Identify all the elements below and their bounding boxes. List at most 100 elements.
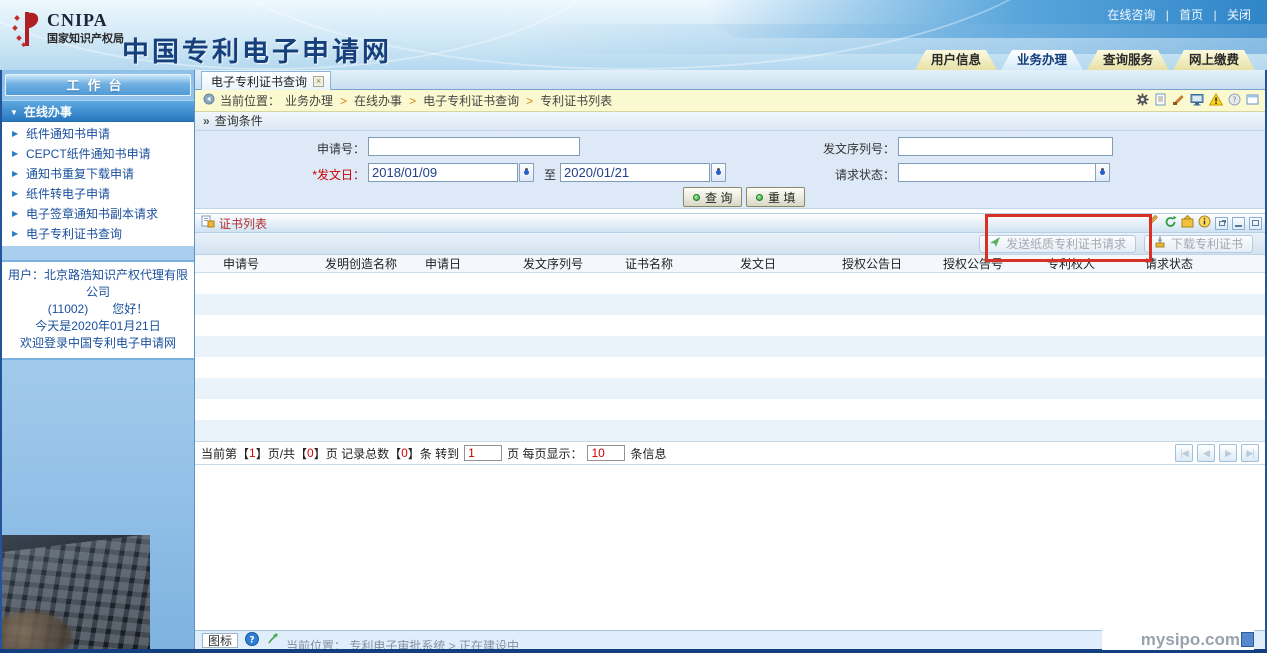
date-range-to-label: 至 [544, 166, 556, 183]
edit-tool-icon[interactable] [1147, 215, 1160, 231]
pager-text: 页 每页显示： [507, 445, 582, 462]
date-picker-icon[interactable] [519, 163, 534, 182]
sidebar-item-notice-redownload[interactable]: ▶通知书重复下载申请 [2, 164, 194, 184]
page-size-input[interactable] [587, 445, 625, 461]
cnipa-logo-icon [12, 10, 42, 53]
query-conditions-title: 查询条件 [215, 114, 263, 128]
content-tab-label: 电子专利证书查询 [211, 73, 307, 90]
breadcrumb-item[interactable]: 在线办事 [354, 92, 402, 109]
issue-serial-input[interactable] [898, 137, 1113, 156]
column-issue-date: 发文日 [740, 255, 842, 272]
restore-window-icon[interactable] [1215, 217, 1228, 230]
tab-online-payment[interactable]: 网上缴费 [1173, 50, 1255, 70]
online-consult-link[interactable]: 在线咨询 [1107, 8, 1155, 22]
user-greeting-line: (11002) 您好！ [4, 301, 192, 318]
close-icon[interactable]: × [313, 76, 324, 87]
tab-query-service[interactable]: 查询服务 [1087, 50, 1169, 70]
help-circle-icon[interactable]: ? [245, 632, 259, 649]
breadcrumb-separator: > [526, 94, 533, 108]
total-pages-number: 0 [307, 446, 314, 460]
top-links: 在线咨询 | 首页 | 关闭 [1107, 6, 1251, 23]
maximize-icon[interactable] [1249, 217, 1262, 230]
close-link[interactable]: 关闭 [1227, 8, 1251, 22]
sidebar-item-paper-notice[interactable]: ▶纸件通知书申请 [2, 124, 194, 144]
column-grant-publication-date: 授权公告日 [842, 255, 943, 272]
download-certificate-button[interactable]: 下载专利证书 [1144, 235, 1253, 253]
site-title: 中国专利电子申请网 [122, 30, 392, 69]
issue-date-to-input[interactable] [560, 163, 710, 182]
list-action-toolbar: 发送纸质专利证书请求 下载专利证书 [195, 233, 1267, 255]
svg-text:?: ? [249, 635, 254, 645]
sidebar-item-ecert-query[interactable]: ▶电子专利证书查询 [2, 224, 194, 244]
refresh-icon[interactable] [1164, 215, 1177, 231]
table-empty-row [195, 378, 1267, 399]
monitor-icon[interactable] [1190, 93, 1204, 109]
svg-text:?: ? [1232, 96, 1236, 105]
watermark-text: mysipo.com [1141, 631, 1240, 649]
sidebar: 工作台 ▼在线办事 ▶纸件通知书申请 ▶CEPCT纸件通知书申请 ▶通知书重复下… [0, 70, 195, 653]
form-page-icon[interactable] [1154, 93, 1167, 109]
next-page-button[interactable]: ▶ [1219, 444, 1237, 462]
issue-date-from-input[interactable] [368, 163, 518, 182]
content-tab-ecert-query[interactable]: 电子专利证书查询 × [201, 71, 331, 90]
application-window: CNIPA 国家知识产权局 中国专利电子申请网 在线咨询 | 首页 | 关闭 用… [0, 0, 1267, 653]
tab-user-info[interactable]: 用户信息 [915, 50, 997, 70]
query-button[interactable]: 查 询 [683, 187, 742, 207]
sidebar-item-label: 纸件转电子申请 [26, 187, 110, 201]
pager-nav-buttons: |◀ ◀ ▶ ▶| [1175, 444, 1259, 462]
first-page-button[interactable]: |◀ [1175, 444, 1193, 462]
table-empty-row [195, 315, 1267, 336]
column-request-status: 请求状态 [1145, 255, 1267, 272]
tools-icon[interactable] [1172, 93, 1185, 109]
tab-business-handling[interactable]: 业务办理 [1001, 50, 1083, 70]
green-dot-icon [693, 194, 700, 201]
sidebar-item-esign-notice-copy[interactable]: ▶电子签章通知书副本请求 [2, 204, 194, 224]
sidebar-group-label: 在线办事 [24, 105, 72, 119]
export-icon[interactable] [1181, 215, 1194, 231]
scrollbar-button[interactable] [1241, 632, 1254, 647]
breadcrumb-separator: > [409, 94, 416, 108]
info-icon[interactable] [1198, 215, 1211, 231]
request-status-input[interactable] [898, 163, 1096, 182]
dropdown-picker-icon[interactable] [1095, 163, 1110, 182]
gear-icon[interactable] [1136, 93, 1149, 109]
certificate-list-toolbar [1147, 215, 1262, 231]
logo-acronym: CNIPA [47, 10, 124, 30]
last-page-button[interactable]: ▶| [1241, 444, 1259, 462]
content-tabbar: 电子专利证书查询 × [195, 70, 1267, 90]
home-link[interactable]: 首页 [1179, 8, 1203, 22]
date-picker-icon[interactable] [711, 163, 726, 182]
download-button-label: 下载专利证书 [1171, 235, 1243, 252]
table-empty-row [195, 273, 1267, 294]
issue-serial-label: 发文序列号： [765, 140, 895, 157]
send-paper-certificate-request-button[interactable]: 发送纸质专利证书请求 [979, 235, 1136, 253]
column-certificate-name: 证书名称 [625, 255, 740, 272]
request-status-label: 请求状态： [765, 166, 895, 183]
sidebar-item-cepct-paper-notice[interactable]: ▶CEPCT纸件通知书申请 [2, 144, 194, 164]
column-patentee: 专利权人 [1047, 255, 1145, 272]
application-no-input[interactable] [368, 137, 580, 156]
user-info-box: 用户：北京路浩知识产权代理有限公司 (11002) 您好！ 今天是2020年01… [2, 260, 194, 360]
chevron-right-icon: ▶ [12, 144, 18, 164]
table-body [195, 273, 1267, 441]
window-icon[interactable] [1246, 93, 1259, 109]
breadcrumb-item[interactable]: 业务办理 [285, 92, 333, 109]
minimize-icon[interactable] [1232, 217, 1245, 230]
breadcrumb-item[interactable]: 专利证书列表 [540, 92, 612, 109]
pager-text: 】页/共【 [256, 445, 307, 462]
help-icon[interactable]: ? [1228, 93, 1241, 109]
sidebar-item-paper-to-electronic[interactable]: ▶纸件转电子申请 [2, 184, 194, 204]
table-header-row: 申请号 发明创造名称 申请日 发文序列号 证书名称 发文日 授权公告日 授权公告… [195, 255, 1267, 273]
sidebar-group-online-services[interactable]: ▼在线办事 [2, 100, 194, 122]
reset-button[interactable]: 重 填 [746, 187, 805, 207]
workbench-panel-title: 工作台 [5, 74, 191, 96]
table-empty-row [195, 420, 1267, 441]
pager-text: 当前第【 [201, 445, 249, 462]
goto-page-input[interactable] [464, 445, 502, 461]
sidebar-item-label: 纸件通知书申请 [26, 127, 110, 141]
breadcrumb-item[interactable]: 电子专利证书查询 [423, 92, 519, 109]
table-empty-row [195, 357, 1267, 378]
certificate-list-title: 证书列表 [219, 215, 267, 232]
warning-icon[interactable] [1209, 93, 1223, 109]
prev-page-button[interactable]: ◀ [1197, 444, 1215, 462]
